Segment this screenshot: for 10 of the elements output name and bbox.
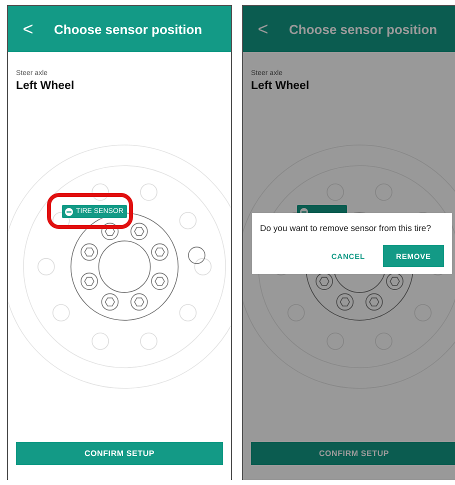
- confirm-setup-button[interactable]: CONFIRM SETUP: [16, 442, 223, 465]
- confirm-setup-button[interactable]: CONFIRM SETUP: [251, 442, 455, 465]
- wheel-name: Left Wheel: [251, 80, 310, 92]
- back-button[interactable]: <: [8, 18, 48, 40]
- wheel-name: Left Wheel: [16, 80, 76, 92]
- remove-icon: [65, 208, 73, 216]
- screen-title: Choose sensor position: [289, 22, 438, 36]
- screen-title: Choose sensor position: [54, 22, 202, 36]
- back-button[interactable]: <: [243, 18, 283, 40]
- dialog-message: Do you want to remove sensor from this tire?: [260, 223, 432, 233]
